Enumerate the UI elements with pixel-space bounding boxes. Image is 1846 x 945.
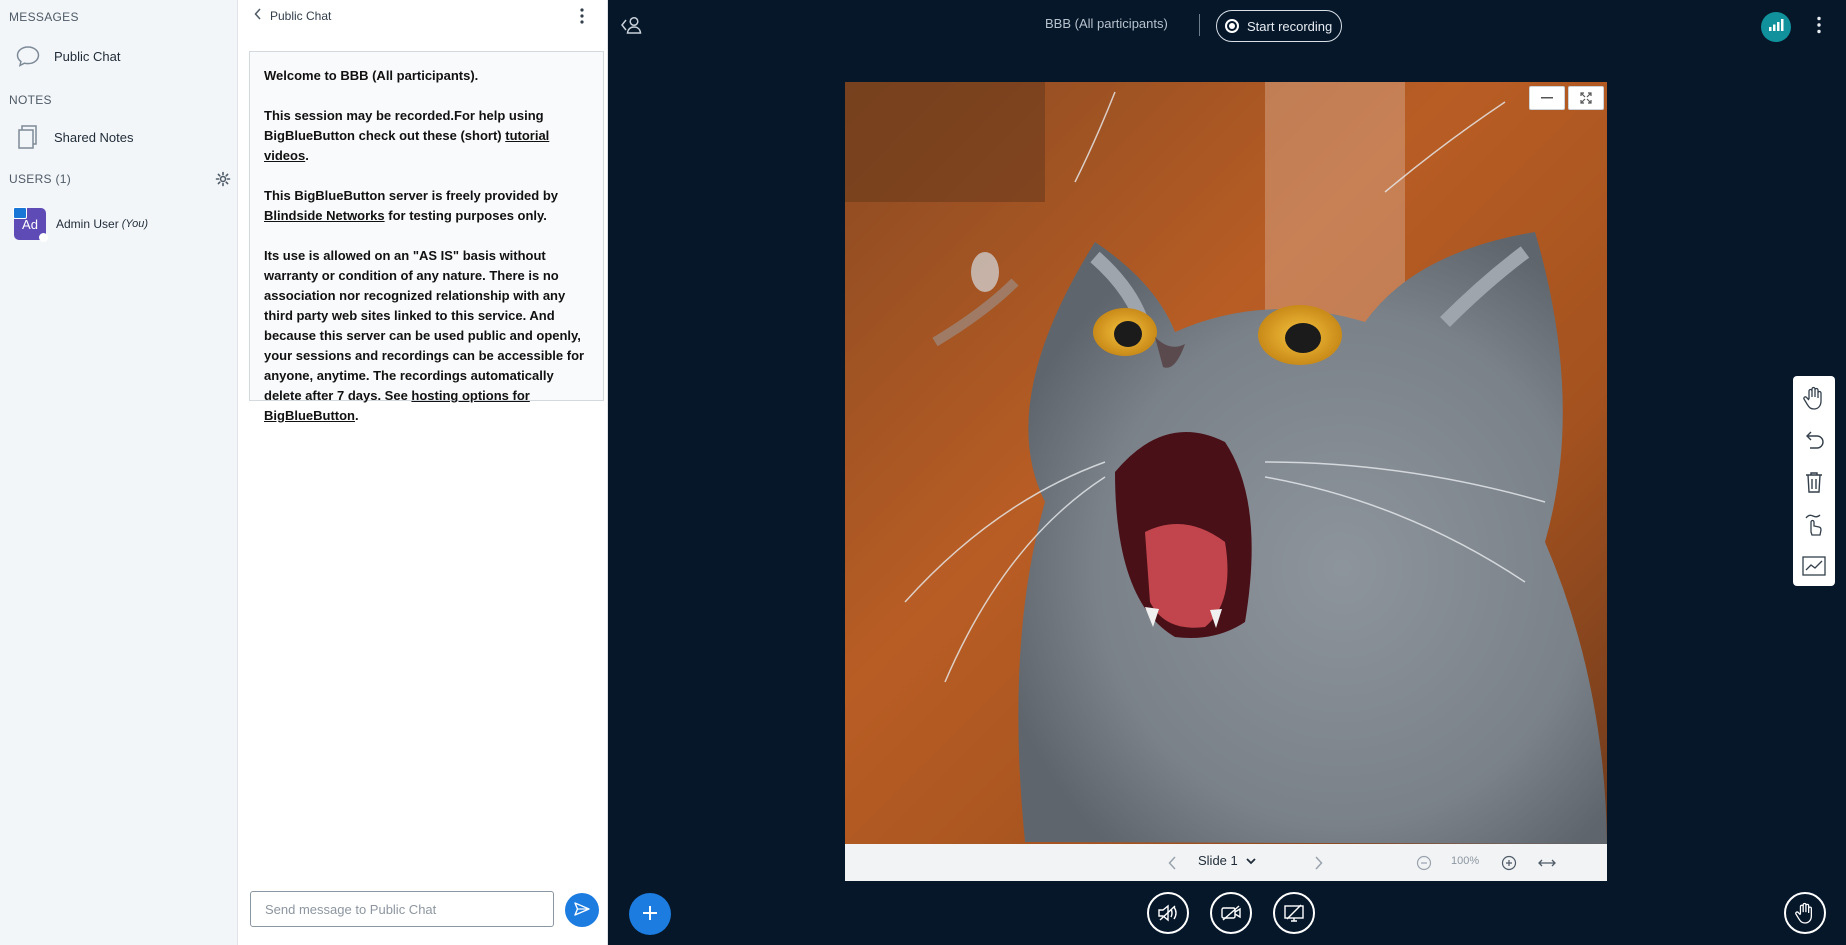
signal-bars-icon <box>1768 18 1784 37</box>
video-camera-icon <box>1221 905 1241 921</box>
zoom-level: 100% <box>1451 855 1480 867</box>
chat-bubble-icon <box>14 42 42 70</box>
title-divider <box>1199 14 1200 36</box>
toggle-user-list-icon[interactable] <box>620 14 646 38</box>
presentation-area: BBB (All participants) Start recording S… <box>608 0 1846 945</box>
public-chat-label: Public Chat <box>54 48 121 64</box>
blindside-networks-link[interactable]: Blindside Networks <box>264 208 385 223</box>
terms-note-end: . <box>354 408 359 423</box>
welcome-recording-note: This session may be recorded.For help us… <box>264 106 589 166</box>
audio-speaker-icon <box>1158 904 1177 922</box>
presentation-toolbar: Slide 1 100% <box>845 844 1607 881</box>
drawing-tool-icon[interactable] <box>1798 550 1830 582</box>
screenshare-icon <box>1284 904 1304 922</box>
slide-select[interactable]: Slide 1 <box>1198 853 1256 868</box>
minus-icon <box>1541 97 1553 99</box>
zoom-out-icon[interactable] <box>1414 853 1434 873</box>
minimize-presentation-button[interactable] <box>1529 86 1565 110</box>
chat-title: Public Chat <box>270 9 332 23</box>
fullscreen-button[interactable] <box>1568 86 1604 110</box>
provider-note-end: for testing purposes only. <box>384 208 547 223</box>
messages-section-title: MESSAGES <box>9 10 79 24</box>
welcome-provider-note: This BigBlueButton server is freely prov… <box>264 186 589 226</box>
actions-button[interactable] <box>629 893 671 935</box>
presentation-slide[interactable] <box>845 82 1607 844</box>
presenter-badge-icon <box>13 207 27 219</box>
share-webcam-button[interactable] <box>1210 892 1252 934</box>
recording-note-text: This session may be recorded.For help us… <box>264 108 544 143</box>
start-recording-button[interactable]: Start recording <box>1216 10 1342 42</box>
next-slide-icon[interactable] <box>1309 853 1329 873</box>
meeting-title: BBB (All participants) <box>1045 16 1168 31</box>
record-label: Start recording <box>1247 18 1333 34</box>
record-icon <box>1225 19 1239 33</box>
previous-slide-icon[interactable] <box>1162 853 1182 873</box>
chat-panel: Public Chat Welcome to BBB (All particip… <box>238 0 608 945</box>
zoom-in-icon[interactable] <box>1499 853 1519 873</box>
chat-message-input[interactable] <box>250 891 554 927</box>
welcome-message: Welcome to BBB (All participants). This … <box>249 51 604 423</box>
moderator-corner-icon <box>39 233 48 242</box>
trash-icon[interactable] <box>1798 466 1830 498</box>
cat-slide-image <box>845 82 1607 844</box>
send-message-button[interactable] <box>565 893 599 927</box>
chevron-left-icon <box>254 7 262 25</box>
fullscreen-icon <box>1580 92 1592 104</box>
welcome-terms-note: Its use is allowed on an "AS IS" basis w… <box>264 246 589 426</box>
welcome-line: Welcome to BBB (All participants). <box>264 68 479 83</box>
slide-label: Slide 1 <box>1198 853 1238 868</box>
connection-status-button[interactable] <box>1761 12 1791 42</box>
raise-hand-icon <box>1795 902 1812 924</box>
chevron-down-icon <box>1246 853 1256 868</box>
hand-pan-icon[interactable] <box>1798 382 1830 414</box>
sidebar-item-public-chat[interactable]: Public Chat <box>0 36 237 76</box>
users-section-title: USERS (1) <box>9 172 72 186</box>
user-list-sidebar: MESSAGES Public Chat NOTES Shared Notes … <box>0 0 238 945</box>
user-name: Admin User <box>56 217 119 231</box>
user-list-item[interactable]: Ad Admin User (You) <box>0 205 237 243</box>
provider-note-text: This BigBlueButton server is freely prov… <box>264 188 559 203</box>
terms-note-text: Its use is allowed on an "AS IS" basis w… <box>264 248 585 403</box>
notes-icon <box>14 123 42 151</box>
join-audio-button[interactable] <box>1147 892 1189 934</box>
recording-note-end: . <box>305 148 309 163</box>
avatar: Ad <box>13 207 48 242</box>
multi-user-whiteboard-icon[interactable] <box>1798 508 1830 540</box>
sidebar-item-shared-notes[interactable]: Shared Notes <box>0 117 237 157</box>
notes-section-title: NOTES <box>9 93 52 107</box>
raise-hand-button[interactable] <box>1784 892 1826 934</box>
chat-back-button[interactable]: Public Chat <box>254 6 331 26</box>
plus-icon <box>641 904 659 925</box>
chat-options-icon[interactable] <box>580 8 592 26</box>
undo-icon[interactable] <box>1798 424 1830 456</box>
fit-to-width-icon[interactable] <box>1536 853 1558 873</box>
shared-notes-label: Shared Notes <box>54 129 134 145</box>
user-you-tag: (You) <box>121 218 148 230</box>
send-icon <box>574 901 590 919</box>
gear-icon[interactable] <box>215 171 233 189</box>
share-screen-button[interactable] <box>1273 892 1315 934</box>
whiteboard-toolbar <box>1793 376 1835 586</box>
more-options-icon[interactable] <box>1817 16 1829 36</box>
